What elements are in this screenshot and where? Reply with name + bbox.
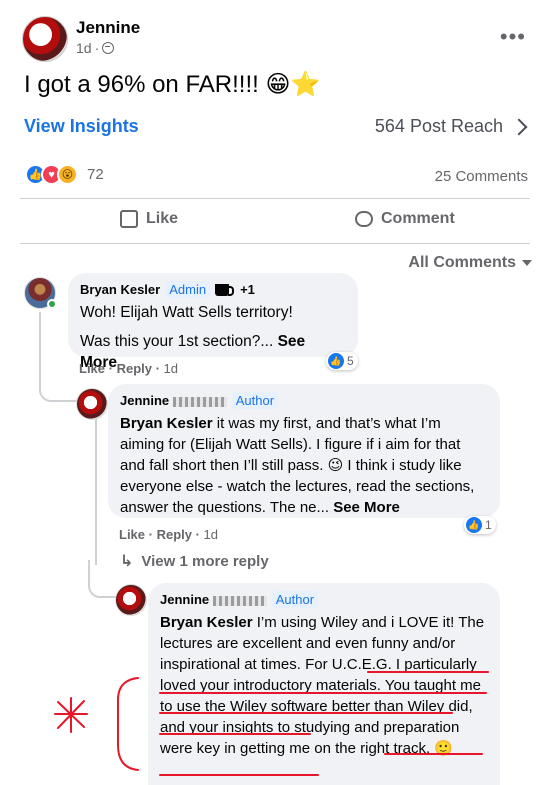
- bracket-annotation: [117, 677, 139, 771]
- annotation-overlay: [54, 671, 489, 776]
- asterisk-annotation: [54, 697, 88, 733]
